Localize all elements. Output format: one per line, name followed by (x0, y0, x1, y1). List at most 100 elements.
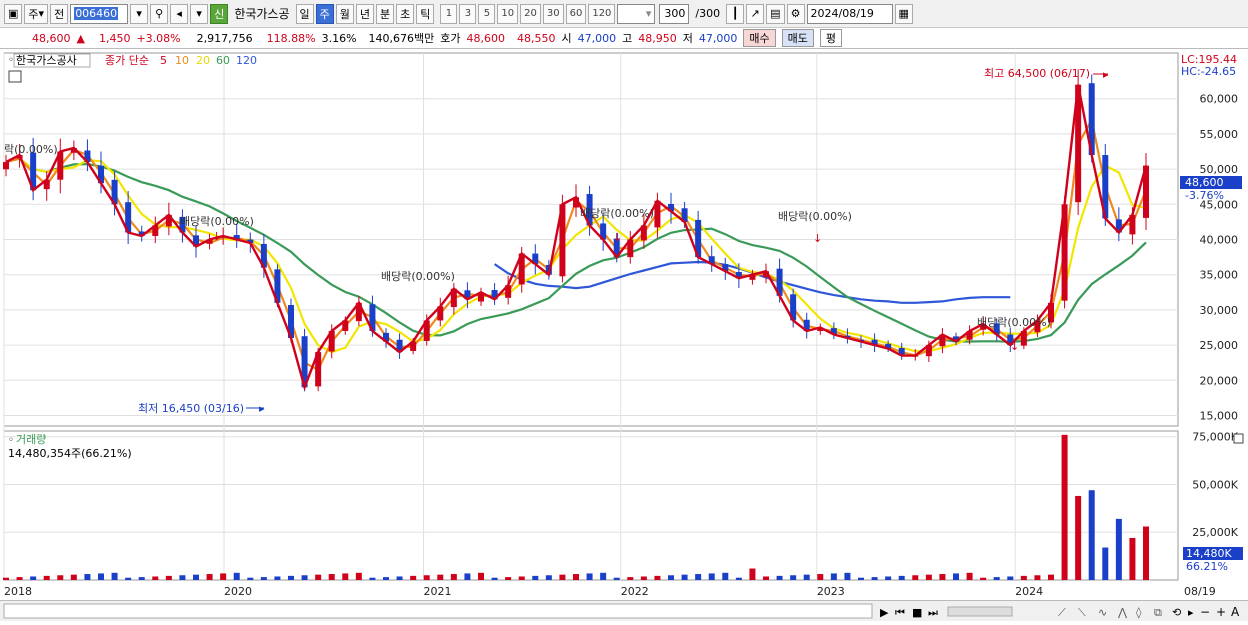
volume-bar (966, 572, 973, 580)
calendar-icon[interactable]: ▦ (894, 3, 913, 24)
quote-bar: 48,600 ▲ 1,450 +3.08% 2,917,756 118.88% … (0, 28, 1248, 49)
scroll-right-icon[interactable]: ▸ (1188, 606, 1194, 619)
draw-shape-icon[interactable]: ◊ (1136, 606, 1142, 619)
draw-line-icon[interactable]: ⟋ (1058, 606, 1066, 619)
trade-amount: 140,676백만 (368, 32, 435, 45)
high-price: 48,950 (638, 31, 677, 45)
sell-button[interactable]: 매도 (781, 29, 814, 47)
price-axis: 60,00055,00050,00045,00040,00035,00030,0… (1200, 93, 1239, 423)
code-dropdown-button[interactable]: ▾ (130, 3, 149, 24)
volume-bar (165, 575, 172, 580)
chevron-down-icon: ▾ (136, 7, 142, 20)
volume-bar (288, 575, 294, 580)
date-input[interactable]: 2024/08/19 (806, 3, 893, 24)
volume-bar (1129, 537, 1136, 580)
stop-icon[interactable]: ■ (912, 606, 922, 619)
volume-bar (1088, 490, 1095, 580)
volume-bar (355, 572, 362, 580)
volume-bar (193, 574, 199, 580)
candle-icon[interactable]: ┃ (726, 3, 745, 24)
menu-arrow-button[interactable]: ▾ (190, 3, 209, 24)
zoom-out-icon[interactable]: − (1200, 605, 1210, 619)
date-axis: 2018 2020 2021 2022 2023 2024 08/19 (4, 585, 1216, 598)
volume-bar (559, 574, 566, 580)
volume-bar (993, 577, 1000, 580)
volume-bar (423, 575, 430, 580)
page-count-input[interactable]: 300 (659, 3, 690, 24)
speaker-icon[interactable]: ◂ (170, 3, 189, 24)
draw-copy-icon[interactable]: ⧉ (1154, 606, 1162, 619)
volume-bar (98, 573, 104, 580)
volume-bar (342, 573, 349, 580)
period-minute[interactable]: 분 (376, 3, 395, 24)
x-tick-label: 2022 (621, 585, 649, 598)
volume-bar (953, 573, 959, 580)
volume-bar (369, 577, 376, 580)
rewind-icon[interactable]: ⏮ (895, 606, 905, 619)
legend-ma5: 5 (160, 54, 167, 67)
count-120[interactable]: 120 (588, 3, 616, 24)
count-3[interactable]: 3 (459, 3, 477, 24)
period-second[interactable]: 초 (396, 3, 415, 24)
period-day[interactable]: 일 (295, 3, 314, 24)
zoom-reset-icon[interactable]: ⟲ (1172, 606, 1181, 619)
gear-icon[interactable]: ⚙ (786, 3, 805, 24)
avg-button[interactable]: 평 (819, 29, 843, 47)
page-total: /300 (695, 7, 721, 20)
page-count-value: 300 (664, 7, 686, 20)
candle-body (3, 162, 9, 170)
volume-bar (532, 575, 539, 580)
count-5[interactable]: 5 (478, 3, 496, 24)
volume-badge-pct: 66.21% (1186, 560, 1228, 573)
save-icon[interactable]: ▤ (766, 3, 785, 24)
search-icon[interactable]: ⚲ (150, 3, 169, 24)
stock-chart[interactable]: 60,00055,00050,00045,00040,00035,00030,0… (0, 50, 1248, 601)
period-tick[interactable]: 틱 (416, 3, 435, 24)
low-price: 47,000 (698, 31, 738, 45)
count-30[interactable]: 30 (542, 3, 564, 24)
play-icon[interactable]: ▶ (880, 606, 889, 619)
draw-fib-icon[interactable]: ∿ (1098, 606, 1107, 619)
count-1[interactable]: 1 (440, 3, 458, 24)
horizontal-scrollbar[interactable] (3, 603, 873, 619)
dividend-label-4: 배당락(0.00%) (580, 207, 654, 220)
count-60[interactable]: 60 (565, 3, 587, 24)
volume-badge-value: 14,480K (1186, 547, 1232, 560)
font-size-icon[interactable]: A (1231, 605, 1240, 619)
forward-icon[interactable]: ⏭ (928, 606, 938, 619)
buy-button[interactable]: 매수 (743, 29, 776, 47)
period-week[interactable]: 주 (315, 3, 334, 24)
volume-bar (776, 575, 783, 580)
period-month[interactable]: 월 (335, 3, 354, 24)
x-tick-label: 2018 (4, 585, 32, 598)
vol-tick-label: 50,000K (1192, 478, 1238, 491)
bid-price: 48,550 (517, 31, 556, 45)
legend-stock-name: 한국가스공사 (16, 54, 77, 67)
period-year[interactable]: 년 (355, 3, 375, 24)
prev-button[interactable]: 전 (50, 3, 69, 24)
layout-icon[interactable]: ▣ (4, 3, 23, 24)
y-tick-label: 15,000 (1200, 409, 1239, 422)
volume-bar (220, 573, 227, 580)
count-custom-input[interactable]: ▾ (617, 3, 656, 24)
zoom-slider[interactable] (947, 606, 1013, 617)
zoom-in-icon[interactable]: + (1216, 605, 1226, 619)
y-tick-label: 20,000 (1200, 374, 1239, 387)
table-icon[interactable] (8, 70, 22, 83)
count-10[interactable]: 10 (497, 3, 519, 24)
dividend-label-3: 배당락(0.00%) (381, 270, 455, 283)
volume-bar (858, 577, 864, 580)
draw-wave-icon[interactable]: ⋀ (1117, 606, 1128, 619)
volume-bar (57, 575, 64, 580)
volume-bar (613, 577, 620, 580)
stock-code-input[interactable]: 006460 (70, 3, 129, 24)
volume-close-icon[interactable] (1233, 433, 1244, 444)
period-select[interactable]: 주 ▾ (24, 3, 49, 24)
dividend-arrow-6: ↓ (1010, 340, 1019, 353)
draw-trend-icon[interactable]: ⟍ (1078, 606, 1086, 619)
count-20[interactable]: 20 (520, 3, 541, 24)
volume-current: 14,480,354주(66.21%) (8, 447, 132, 460)
compare-icon[interactable]: ↗ (746, 3, 765, 24)
volume-bar (518, 576, 525, 580)
chart-area[interactable]: 60,000 55,000 50,000 45,000 40,000 35,000 30,0… (0, 50, 1248, 601)
